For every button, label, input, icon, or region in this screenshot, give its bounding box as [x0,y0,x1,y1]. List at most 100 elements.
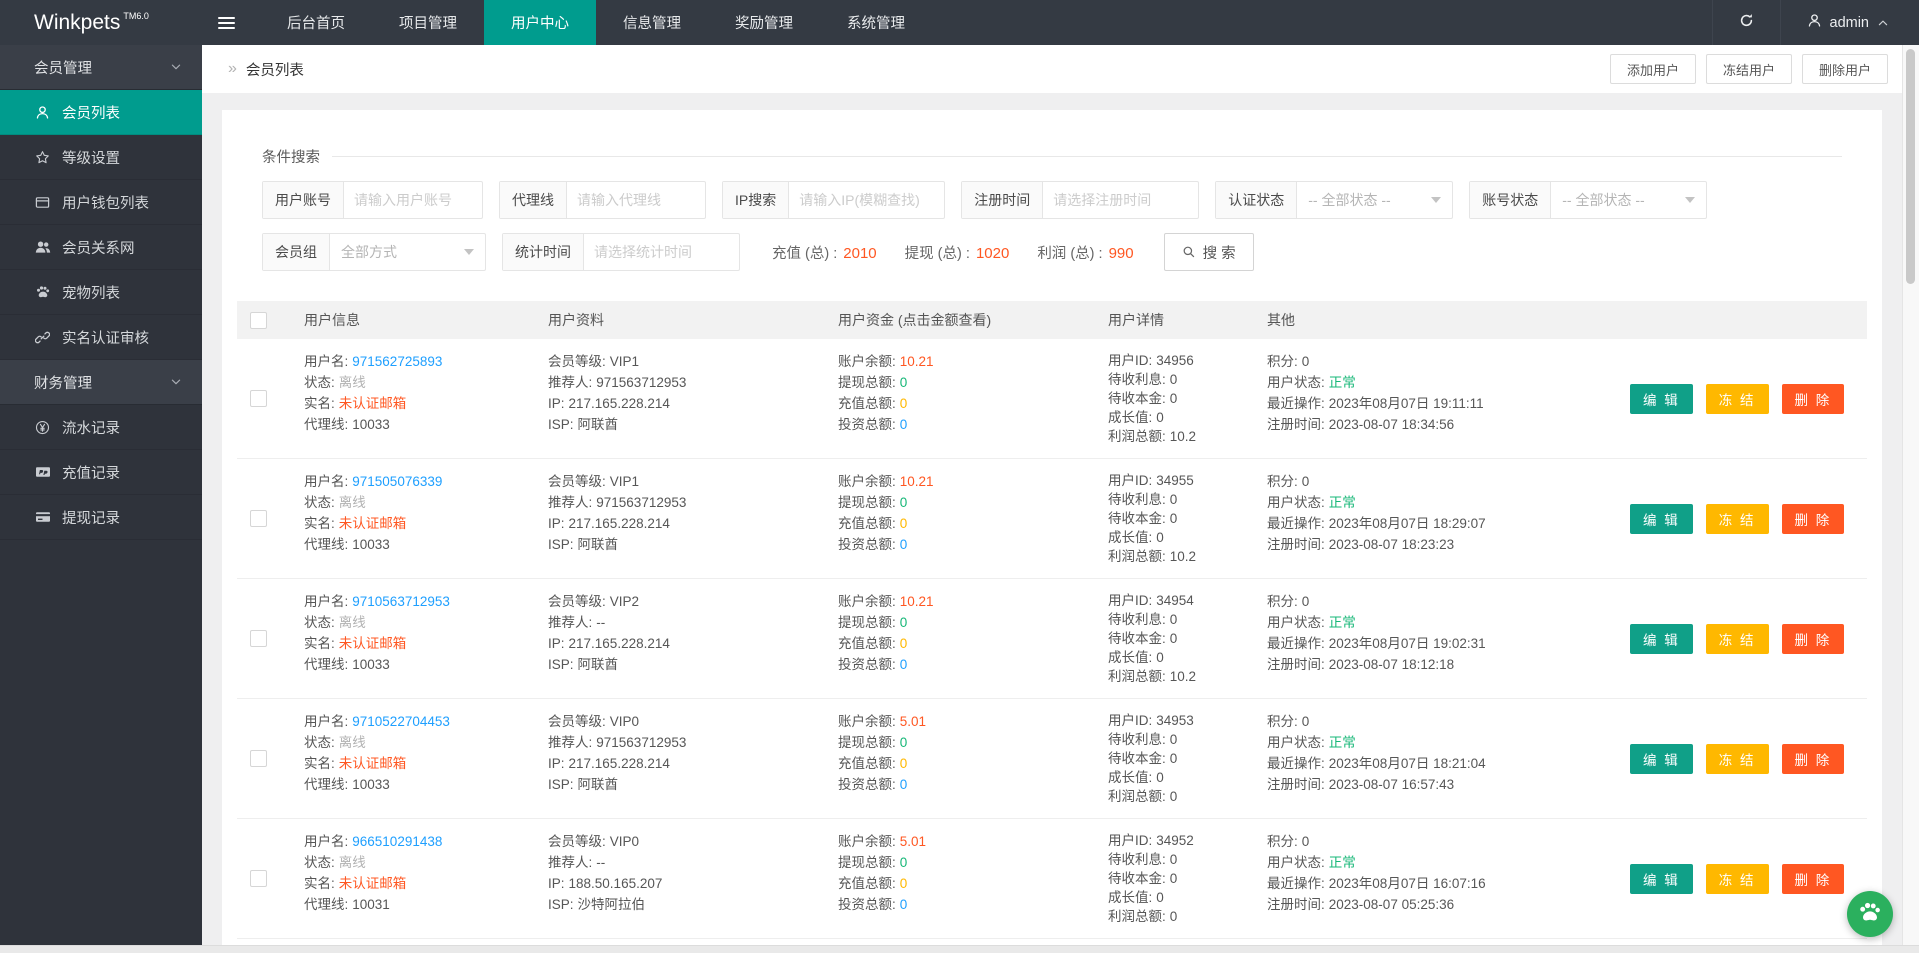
profit-total-value[interactable]: 990 [1109,245,1134,262]
row-checkbox[interactable] [250,630,267,647]
user-menu[interactable]: admin [1781,0,1919,45]
sidebar-item[interactable]: 流水记录 [0,405,202,450]
field-label: 提现总额: [838,615,896,630]
sidebar-item[interactable]: 实名认证审核 [0,315,202,360]
delete-button[interactable]: 删 除 [1781,743,1845,774]
nav-item[interactable]: 信息管理 [596,0,708,45]
field-value[interactable]: 0 [900,375,908,390]
freeze-button[interactable]: 冻 结 [1705,743,1769,774]
sidebar-item[interactable]: 会员关系网 [0,225,202,270]
sidebar-item[interactable]: 充值记录 [0,450,202,495]
member-group-select[interactable]: 全部方式 [330,234,485,270]
auth-status-select[interactable]: -- 全部状态 -- [1297,182,1452,218]
field-value[interactable]: 0 [900,855,908,870]
field-line: 用户状态: 正常 [1267,492,1617,513]
edit-button[interactable]: 编 辑 [1630,503,1693,534]
nav-item[interactable]: 用户中心 [484,0,596,45]
vertical-scrollbar-thumb[interactable] [1906,49,1915,284]
nav-item[interactable]: 后台首页 [260,0,372,45]
username-link[interactable]: 971562725893 [352,354,442,369]
row-checkbox[interactable] [250,510,267,527]
field-line: 提现总额: 0 [838,852,1095,873]
ip-search-input[interactable] [789,182,945,218]
username-link[interactable]: 971505076339 [352,474,442,489]
horizontal-scrollbar[interactable] [0,945,1919,953]
floating-service-button[interactable] [1847,891,1893,937]
freeze-button[interactable]: 冻 结 [1705,383,1769,414]
withdraw-total-value[interactable]: 1020 [976,245,1009,262]
row-checkbox[interactable] [250,750,267,767]
field-value[interactable]: 0 [900,417,908,432]
vertical-scrollbar[interactable] [1902,45,1919,945]
field-value[interactable]: 0 [900,396,908,411]
freeze-button[interactable]: 冻 结 [1705,623,1769,654]
field-value[interactable]: 10.21 [900,354,934,369]
refresh-button[interactable] [1711,0,1781,45]
freeze-user-button[interactable]: 冻结用户 [1705,54,1792,84]
nav-menu: 后台首页 项目管理 用户中心 信息管理 奖励管理 系统管理 [260,0,932,45]
delete-user-button[interactable]: 删除用户 [1801,54,1888,84]
table-header-checkbox-cell [237,311,291,329]
field-value[interactable]: 0 [900,495,908,510]
stat-time-input[interactable] [584,234,739,270]
delete-button[interactable]: 删 除 [1781,863,1845,894]
field-value[interactable]: 0 [900,615,908,630]
sidebar-item[interactable]: 宠物列表 [0,270,202,315]
username-link[interactable]: 966510291438 [352,834,442,849]
account-status-select[interactable]: -- 全部状态 -- [1551,182,1706,218]
agent-line-input[interactable] [567,182,705,218]
field-value[interactable]: 0 [900,516,908,531]
field-value[interactable]: 0 [900,756,908,771]
menu-toggle-icon[interactable] [202,0,250,45]
edit-button[interactable]: 编 辑 [1630,623,1693,654]
add-user-button[interactable]: 添加用户 [1609,54,1696,84]
nav-item[interactable]: 系统管理 [820,0,932,45]
row-checkbox[interactable] [250,870,267,887]
delete-button[interactable]: 删 除 [1781,623,1845,654]
sidebar-item[interactable]: 会员列表 [0,90,202,135]
nav-item[interactable]: 奖励管理 [708,0,820,45]
field-value[interactable]: 10.21 [900,474,934,489]
freeze-button[interactable]: 冻 结 [1705,503,1769,534]
sidebar-item[interactable]: 提现记录 [0,495,202,540]
sidebar-item[interactable]: 等级设置 [0,135,202,180]
freeze-button[interactable]: 冻 结 [1705,863,1769,894]
search-button[interactable]: 搜 索 [1163,233,1254,271]
delete-button[interactable]: 删 除 [1781,503,1845,534]
field-value: 2023-08-07 18:12:18 [1328,657,1455,672]
field-line: 积分: 0 [1267,351,1617,372]
delete-button[interactable]: 删 除 [1781,383,1845,414]
field-value[interactable]: 0 [900,735,908,750]
field-value[interactable]: 0 [900,897,908,912]
field-line: 投资总额: 0 [838,654,1095,675]
sidebar-item[interactable]: 用户钱包列表 [0,180,202,225]
caret-up-icon [1877,17,1889,29]
field-value[interactable]: 5.01 [900,834,926,849]
field-label: 待收本金: [1108,391,1166,406]
field-value[interactable]: 5.01 [900,714,926,729]
field-line: 用户ID: 34956 [1108,351,1254,370]
sidebar-group-header[interactable]: 会员管理 [0,45,202,90]
field-value[interactable]: 10.21 [900,594,934,609]
row-checkbox[interactable] [250,390,267,407]
nav-item[interactable]: 项目管理 [372,0,484,45]
edit-button[interactable]: 编 辑 [1630,383,1693,414]
select-all-checkbox[interactable] [250,311,267,329]
sidebar-group-header[interactable]: 财务管理 [0,360,202,405]
user-account-input[interactable] [344,182,482,218]
field-value[interactable]: 0 [900,657,908,672]
field-line: ISP: 阿联酋 [548,774,825,795]
edit-button[interactable]: 编 辑 [1630,863,1693,894]
edit-button[interactable]: 编 辑 [1630,743,1693,774]
register-time-input[interactable] [1043,182,1199,218]
cell-info: 用户名: 971505076339 状态: 离线 实名: 未认证邮箱 代理线: 10033 [291,471,535,555]
field-value[interactable]: 0 [900,636,908,651]
username-link[interactable]: 9710563712953 [352,594,450,609]
field-label: 充值总额: [838,396,896,411]
username-link[interactable]: 9710522704453 [352,714,450,729]
field-value[interactable]: 0 [900,777,908,792]
field-value[interactable]: 0 [900,876,908,891]
recharge-total-value[interactable]: 2010 [843,245,876,262]
field-value[interactable]: 0 [900,537,908,552]
field-value: 34955 [1156,473,1194,488]
